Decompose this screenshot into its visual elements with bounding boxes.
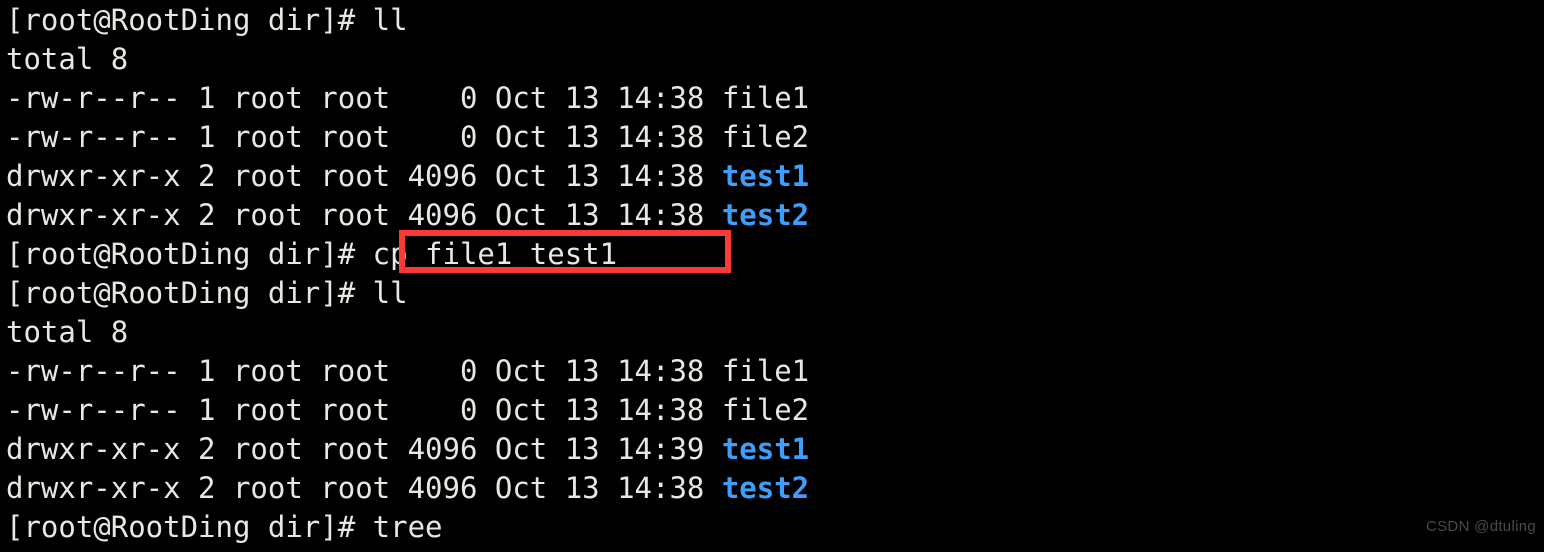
terminal-line: -rw-r--r-- 1 root root 0 Oct 13 14:38 fi… [6, 391, 809, 430]
terminal-line: total 8 [6, 313, 809, 352]
terminal-text: [root@RootDing dir]# cp file1 test1 [6, 237, 618, 271]
terminal-text: -rw-r--r-- 1 root root 0 Oct 13 14:38 fi… [6, 354, 810, 388]
terminal-line: -rw-r--r-- 1 root root 0 Oct 13 14:38 fi… [6, 352, 809, 391]
terminal-text: drwxr-xr-x 2 root root 4096 Oct 13 14:39 [6, 432, 722, 466]
terminal-text: [root@RootDing dir]# ll [6, 3, 408, 37]
terminal-text: -rw-r--r-- 1 root root 0 Oct 13 14:38 fi… [6, 120, 810, 154]
terminal-line: drwxr-xr-x 2 root root 4096 Oct 13 14:39… [6, 430, 809, 469]
terminal-line: total 8 [6, 40, 809, 79]
terminal-text: [root@RootDing dir]# tree [6, 510, 443, 544]
terminal-text: drwxr-xr-x 2 root root 4096 Oct 13 14:38 [6, 159, 722, 193]
terminal-text: [root@RootDing dir]# ll [6, 276, 408, 310]
terminal-text: -rw-r--r-- 1 root root 0 Oct 13 14:38 fi… [6, 81, 810, 115]
terminal-line: drwxr-xr-x 2 root root 4096 Oct 13 14:38… [6, 469, 809, 508]
terminal-text: total 8 [6, 315, 129, 349]
terminal-line: drwxr-xr-x 2 root root 4096 Oct 13 14:38… [6, 196, 809, 235]
terminal-line: -rw-r--r-- 1 root root 0 Oct 13 14:38 fi… [6, 79, 809, 118]
directory-name: test1 [721, 432, 810, 466]
terminal-line: [root@RootDing dir]# ll [6, 274, 809, 313]
terminal-text: drwxr-xr-x 2 root root 4096 Oct 13 14:38 [6, 198, 722, 232]
terminal-line: -rw-r--r-- 1 root root 0 Oct 13 14:38 fi… [6, 118, 809, 157]
terminal-output: [root@RootDing dir]# ll total 8 -rw-r--r--… [6, 1, 809, 547]
watermark: CSDN @dtuling [1426, 518, 1536, 535]
directory-name: test2 [721, 198, 810, 232]
terminal-line: [root@RootDing dir]# tree [6, 508, 809, 547]
directory-name: test1 [721, 159, 810, 193]
terminal-text: total 8 [6, 42, 129, 76]
terminal-window[interactable]: [root@RootDing dir]# ll total 8 -rw-r--r--… [0, 0, 1544, 552]
terminal-line: [root@RootDing dir]# cp file1 test1 [6, 235, 809, 274]
terminal-line: [root@RootDing dir]# ll [6, 1, 809, 40]
terminal-text: drwxr-xr-x 2 root root 4096 Oct 13 14:38 [6, 471, 722, 505]
terminal-line: drwxr-xr-x 2 root root 4096 Oct 13 14:38… [6, 157, 809, 196]
terminal-text: -rw-r--r-- 1 root root 0 Oct 13 14:38 fi… [6, 393, 810, 427]
directory-name: test2 [721, 471, 810, 505]
